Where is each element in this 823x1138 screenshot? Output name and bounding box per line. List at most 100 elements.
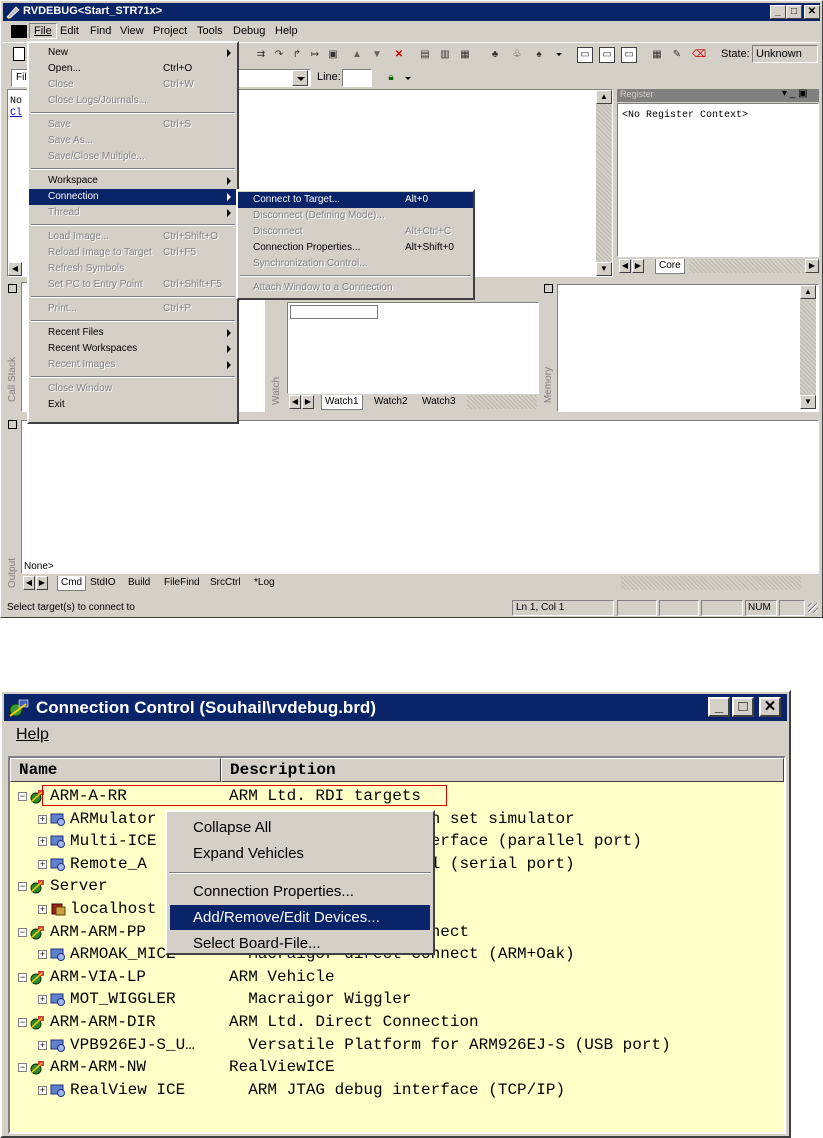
- target-icon[interactable]: ▦: [457, 47, 473, 63]
- toolbar-step-button[interactable]: ⇉: [253, 47, 269, 63]
- register-content[interactable]: <No Register Context>: [617, 103, 819, 257]
- context-menu-collapse-all[interactable]: Collapse All: [170, 815, 430, 840]
- tree-item-name[interactable]: MOT_WIGGLER: [70, 988, 218, 1010]
- menu-file[interactable]: File: [29, 23, 57, 39]
- watch-edit-cell[interactable]: [290, 305, 378, 319]
- delete-icon[interactable]: ✕: [391, 47, 407, 63]
- register-titlebar[interactable]: Register ▾ _ ▣: [617, 88, 819, 102]
- chevron-down-icon[interactable]: [556, 53, 562, 56]
- file-menu-recent-workspaces[interactable]: Recent Workspaces: [29, 341, 237, 357]
- output-tab-prev[interactable]: ◀: [23, 576, 35, 590]
- tree-expander-minus-icon[interactable]: −: [18, 792, 27, 801]
- code-scroll-up[interactable]: ▲: [596, 90, 612, 104]
- connection-menu-connect-to-target[interactable]: Connect to Target... Alt+0: [238, 192, 473, 208]
- memory-content[interactable]: ▲ ▼: [557, 284, 819, 412]
- toolbar-step-over-button[interactable]: ↷: [271, 47, 287, 63]
- file-menu-connection[interactable]: Connection: [29, 189, 237, 205]
- find-next-icon[interactable]: ♧: [509, 47, 525, 63]
- maximize-button[interactable]: □: [732, 697, 754, 717]
- register-hscrollbar[interactable]: [689, 259, 805, 273]
- file-menu-open[interactable]: Open... Ctrl+O: [29, 61, 237, 77]
- menu-view[interactable]: View: [120, 25, 144, 37]
- watch-tab-next[interactable]: ▶: [302, 395, 314, 409]
- lock-icon[interactable]: 🔒︎: [383, 70, 399, 86]
- menu-find[interactable]: Find: [90, 25, 111, 37]
- file-menu-exit[interactable]: Exit: [29, 397, 237, 413]
- watch-tab-2[interactable]: Watch2: [371, 395, 411, 409]
- cc-header-description[interactable]: Description: [221, 758, 784, 782]
- tree-expander-plus-icon[interactable]: +: [38, 1041, 47, 1050]
- tree-item-name[interactable]: VPB926EJ-S_U…: [70, 1034, 218, 1056]
- memory-scroll-down[interactable]: ▼: [800, 395, 816, 409]
- toolbar-run-to-cursor-button[interactable]: ↦: [307, 47, 323, 63]
- tree-item-name[interactable]: RealView ICE: [70, 1079, 218, 1101]
- menu-help[interactable]: Help: [275, 25, 298, 37]
- tree-expander-plus-icon[interactable]: +: [38, 905, 47, 914]
- system-menu-icon[interactable]: [11, 25, 27, 38]
- file-menu-workspace[interactable]: Workspace: [29, 173, 237, 189]
- output-tab-build[interactable]: Build: [125, 576, 153, 590]
- register-scroll-right[interactable]: ▶: [805, 259, 819, 273]
- pane-menu-icon[interactable]: [8, 420, 17, 429]
- tree-item-name[interactable]: ARM-ARM-NW: [50, 1056, 218, 1078]
- tree-item-name[interactable]: ARM-VIA-LP: [50, 966, 218, 988]
- code-scroll-left[interactable]: ◀: [8, 262, 22, 276]
- callstack-gripper[interactable]: Call Stack: [7, 282, 19, 412]
- file-menu-new[interactable]: New: [29, 45, 237, 61]
- output-tab-srcctrl[interactable]: SrcCtrl: [207, 576, 244, 590]
- rvdebug-titlebar[interactable]: RVDEBUG<Start_STR71x> _ □ ✕: [3, 3, 820, 21]
- menu-tools[interactable]: Tools: [197, 25, 223, 37]
- replace-icon[interactable]: ♠: [531, 47, 547, 63]
- output-gripper[interactable]: Output: [7, 418, 19, 594]
- watch-content[interactable]: [287, 302, 539, 394]
- toolbar-breakpoint-button[interactable]: ▣: [325, 47, 341, 63]
- pane-menu-icon[interactable]: [8, 284, 17, 293]
- memory-view-icon[interactable]: ▦: [649, 47, 665, 63]
- arrow-up-icon[interactable]: ▲: [349, 47, 365, 63]
- close-button[interactable]: ✕: [759, 697, 781, 717]
- output-content[interactable]: None>: [21, 420, 819, 574]
- cc-header-name[interactable]: Name: [10, 758, 221, 782]
- tree-expander-plus-icon[interactable]: +: [38, 950, 47, 959]
- tree-expander-plus-icon[interactable]: +: [38, 860, 47, 869]
- layout-3-icon[interactable]: ▭: [621, 47, 637, 63]
- layout-2-icon[interactable]: ▭: [599, 47, 615, 63]
- output-tab-filefind[interactable]: FileFind: [161, 576, 203, 590]
- tree-expander-plus-icon[interactable]: +: [38, 1086, 47, 1095]
- connect-icon[interactable]: ▤: [417, 47, 433, 63]
- output-tab-cmd[interactable]: Cmd: [57, 576, 87, 591]
- memory-scroll-up[interactable]: ▲: [800, 285, 816, 299]
- close-button[interactable]: ✕: [804, 5, 820, 19]
- disconnect-icon[interactable]: ▥: [437, 47, 453, 63]
- pane-menu-icon[interactable]: [544, 284, 553, 293]
- arrow-down-icon[interactable]: ▼: [369, 47, 385, 63]
- file-menu-recent-files[interactable]: Recent Files: [29, 325, 237, 341]
- line-input[interactable]: [342, 69, 372, 87]
- toolbar-step-out-button[interactable]: ↱: [289, 47, 305, 63]
- context-menu-expand-vehicles[interactable]: Expand Vehicles: [170, 841, 430, 866]
- register-tab-prev[interactable]: ◀: [619, 259, 631, 273]
- tree-item-name[interactable]: ARM-ARM-DIR: [50, 1011, 218, 1033]
- watch-hscrollbar[interactable]: [467, 395, 537, 409]
- register-tab-core[interactable]: Core: [655, 259, 685, 274]
- menu-debug[interactable]: Debug: [233, 25, 265, 37]
- minimize-button[interactable]: _: [770, 5, 786, 19]
- watch-tab-prev[interactable]: ◀: [289, 395, 301, 409]
- tree-expander-plus-icon[interactable]: +: [38, 995, 47, 1004]
- output-hscrollbar[interactable]: [621, 576, 801, 590]
- context-menu-select-board-file[interactable]: Select Board-File...: [170, 931, 430, 956]
- register-controls[interactable]: ▾ _ ▣: [782, 88, 808, 99]
- clear-icon[interactable]: ⌫: [691, 47, 707, 63]
- memory-vscrollbar[interactable]: [800, 299, 816, 397]
- layout-1-icon[interactable]: ▭: [577, 47, 593, 63]
- chevron-down-icon[interactable]: [405, 77, 411, 80]
- edit-icon[interactable]: ✎: [669, 47, 685, 63]
- context-menu-connection-properties[interactable]: Connection Properties...: [170, 879, 430, 904]
- connection-menu-connection-properties[interactable]: Connection Properties... Alt+Shift+0: [238, 240, 473, 256]
- memory-gripper[interactable]: Memory: [543, 282, 555, 412]
- find-icon[interactable]: ♣: [487, 47, 503, 63]
- context-menu-add-remove-edit-devices[interactable]: Add/Remove/Edit Devices...: [170, 905, 430, 930]
- resize-grip-icon[interactable]: [808, 603, 818, 613]
- output-tab-stdio[interactable]: StdIO: [87, 576, 119, 590]
- output-tab-log[interactable]: *Log: [251, 576, 278, 590]
